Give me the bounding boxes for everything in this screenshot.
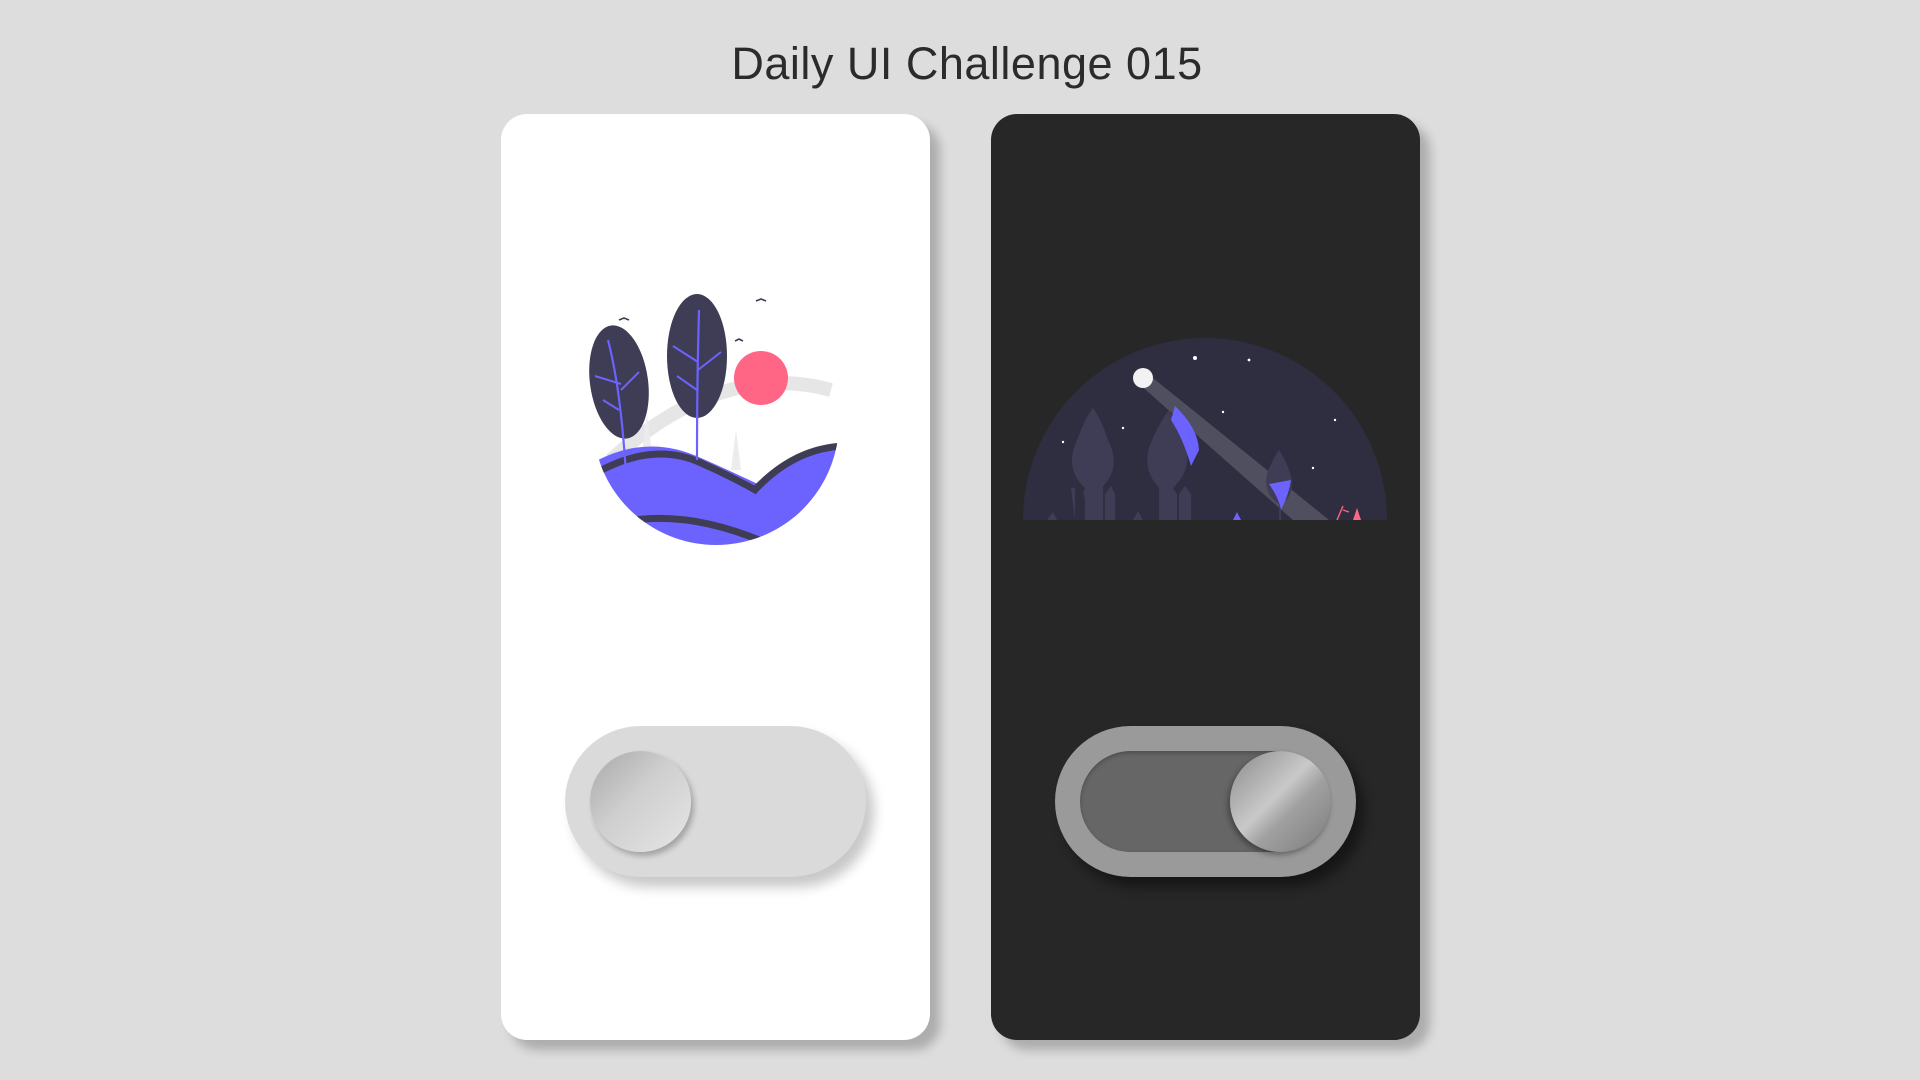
toggle-knob[interactable] xyxy=(590,751,691,852)
sun-icon xyxy=(734,351,788,405)
hill-right xyxy=(751,443,839,545)
theme-toggle-on[interactable] xyxy=(1055,726,1356,877)
bird-icon xyxy=(618,317,630,321)
dark-mode-card xyxy=(991,114,1420,1040)
theme-toggle-off[interactable] xyxy=(565,726,866,877)
moon-icon xyxy=(1133,368,1153,388)
bird-icon xyxy=(734,338,744,342)
day-landscape-illustration xyxy=(589,294,839,545)
bird-icon xyxy=(755,298,767,302)
light-mode-card xyxy=(501,114,930,1040)
tree-icon xyxy=(667,294,727,461)
page-title: Daily UI Challenge 015 xyxy=(731,38,1203,89)
toggle-knob[interactable] xyxy=(1230,751,1331,852)
night-landscape-illustration xyxy=(1023,338,1387,520)
